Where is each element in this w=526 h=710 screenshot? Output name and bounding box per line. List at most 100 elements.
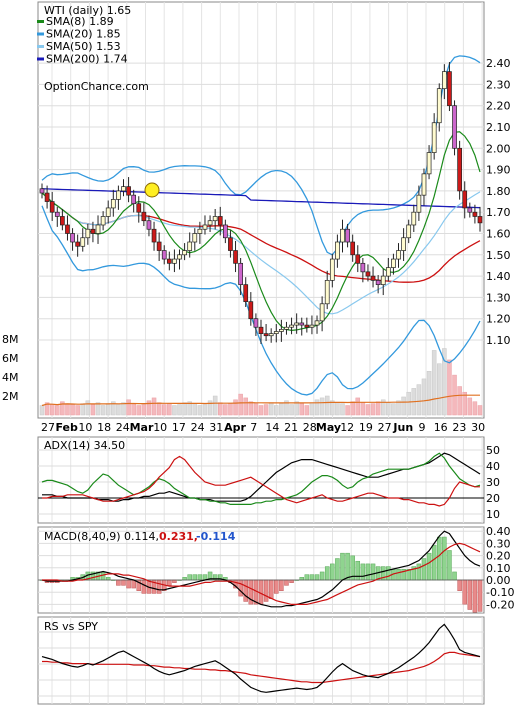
candle-body xyxy=(161,250,167,260)
macd-histogram-bar xyxy=(431,544,437,581)
candle-body xyxy=(49,201,55,213)
candle-body xyxy=(416,194,422,213)
volume-bar xyxy=(365,404,371,416)
volume-bar xyxy=(426,371,432,416)
macd-tick-label: 0.20 xyxy=(486,550,511,563)
candle-body xyxy=(238,262,243,285)
price-tick-label: 1.40 xyxy=(486,270,511,283)
volume-tick-label: 2M xyxy=(2,390,19,403)
candle-body xyxy=(248,301,254,320)
volume-bar xyxy=(319,397,325,416)
macd-histogram-bar xyxy=(289,579,294,583)
volume-bar xyxy=(324,395,330,416)
volume-bar xyxy=(85,400,91,416)
candle-body xyxy=(309,324,315,328)
x-tick-label: 27 xyxy=(378,421,392,434)
candle-body xyxy=(100,216,106,226)
volume-bar xyxy=(360,402,366,416)
candle-body xyxy=(90,228,96,234)
candle-body xyxy=(80,237,86,247)
volume-bar xyxy=(350,401,355,416)
volume-bar xyxy=(39,405,45,416)
price-tick-label: 1.90 xyxy=(486,164,511,177)
macd-histogram-bar xyxy=(396,569,401,581)
candle-body xyxy=(207,220,213,226)
candle-body xyxy=(426,152,432,175)
macd-histogram-bar xyxy=(274,579,279,594)
volume-bar xyxy=(370,403,376,416)
adx-tick-label: 50 xyxy=(486,444,500,457)
volume-bar xyxy=(80,403,85,416)
macd-histogram-bar xyxy=(324,566,330,581)
price-tick-label: 1.30 xyxy=(486,291,511,304)
volume-bar xyxy=(131,403,136,416)
macd-histogram-bar xyxy=(335,558,340,581)
candle-body xyxy=(355,254,361,264)
price-tick-label: 1.50 xyxy=(486,249,511,262)
macd-histogram-bar xyxy=(442,536,447,581)
candle-body xyxy=(141,211,147,222)
candle-body xyxy=(65,224,70,234)
adx-tick-label: 40 xyxy=(486,460,500,473)
candle-body xyxy=(95,224,101,234)
macd-histogram-bar xyxy=(330,563,335,581)
candle-body xyxy=(431,122,437,153)
volume-bar xyxy=(243,397,248,416)
macd-histogram-bar xyxy=(284,579,289,586)
candle-body xyxy=(131,194,137,205)
volume-bar xyxy=(151,397,157,416)
candle-body xyxy=(436,88,442,124)
macd-histogram-bar xyxy=(182,577,187,581)
candle-body xyxy=(441,71,447,90)
candle-body xyxy=(197,228,203,234)
price-tick-label: 1.10 xyxy=(486,334,511,347)
volume-bar xyxy=(238,393,243,416)
candle-body xyxy=(340,228,345,243)
candle-body xyxy=(105,207,111,217)
volume-bar xyxy=(472,401,478,416)
macd-histogram-bar xyxy=(304,574,310,581)
macd-histogram-bar xyxy=(187,574,192,581)
volume-bar xyxy=(274,405,279,416)
candle-body xyxy=(243,284,249,303)
x-tick-label: 16 xyxy=(434,421,448,434)
macd-histogram-bar xyxy=(462,579,467,605)
candle-body xyxy=(406,224,412,239)
volume-bar xyxy=(248,401,254,416)
volume-bar xyxy=(233,399,238,416)
volume-bar xyxy=(386,402,391,416)
volume-bar xyxy=(304,405,310,416)
volume-bar xyxy=(268,402,274,416)
volume-bar xyxy=(212,395,218,416)
candle-body xyxy=(60,216,65,226)
candle-body xyxy=(385,267,391,277)
legend-label: SMA(20) 1.85 xyxy=(46,28,121,41)
volume-bar xyxy=(100,405,106,416)
macd-histogram-bar xyxy=(467,579,473,610)
volume-tick-label: 6M xyxy=(2,352,19,365)
candle-body xyxy=(314,320,320,326)
candle-body xyxy=(304,324,310,328)
macd-tick-label: -0.20 xyxy=(486,598,514,611)
macd-histogram-bar xyxy=(452,571,457,581)
candle-body xyxy=(228,237,233,251)
price-tick-label: 2.30 xyxy=(486,78,511,91)
volume-bar xyxy=(309,402,315,416)
candle-body xyxy=(401,237,406,251)
macd-histogram-bar xyxy=(258,579,264,605)
volume-bar xyxy=(202,404,208,416)
macd-histogram-bar xyxy=(121,579,126,586)
candle-body xyxy=(350,241,356,256)
candle-body xyxy=(70,233,75,243)
macd-histogram-bar xyxy=(416,563,422,581)
volume-bar xyxy=(141,404,147,416)
candle-body xyxy=(462,190,468,209)
macd-histogram-bar xyxy=(426,552,432,581)
x-tick-label: 19 xyxy=(359,421,373,434)
macd-histogram-bar xyxy=(457,579,462,591)
volume-bar xyxy=(126,399,131,416)
macd-histogram-bar xyxy=(355,560,361,581)
macd-tick-label: 0.40 xyxy=(486,525,511,538)
candle-body xyxy=(284,326,289,330)
candle-body xyxy=(273,331,279,334)
